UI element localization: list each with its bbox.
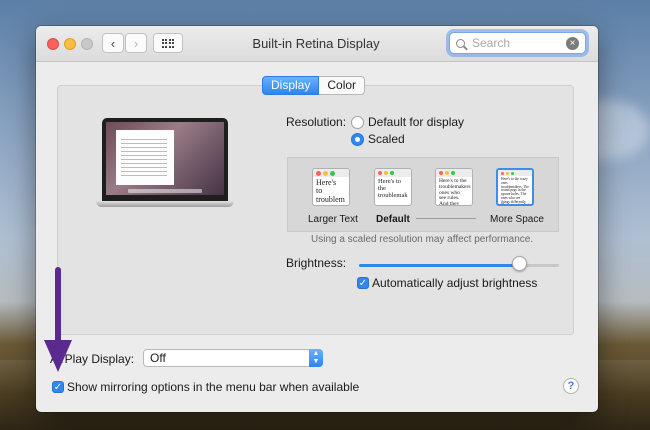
annotation-arrow-head [44,340,72,372]
tab-display[interactable]: Display [262,76,320,95]
annotation-arrow [44,267,72,372]
tab-bar: Display Color [262,76,366,95]
tab-color[interactable]: Color [319,76,366,95]
